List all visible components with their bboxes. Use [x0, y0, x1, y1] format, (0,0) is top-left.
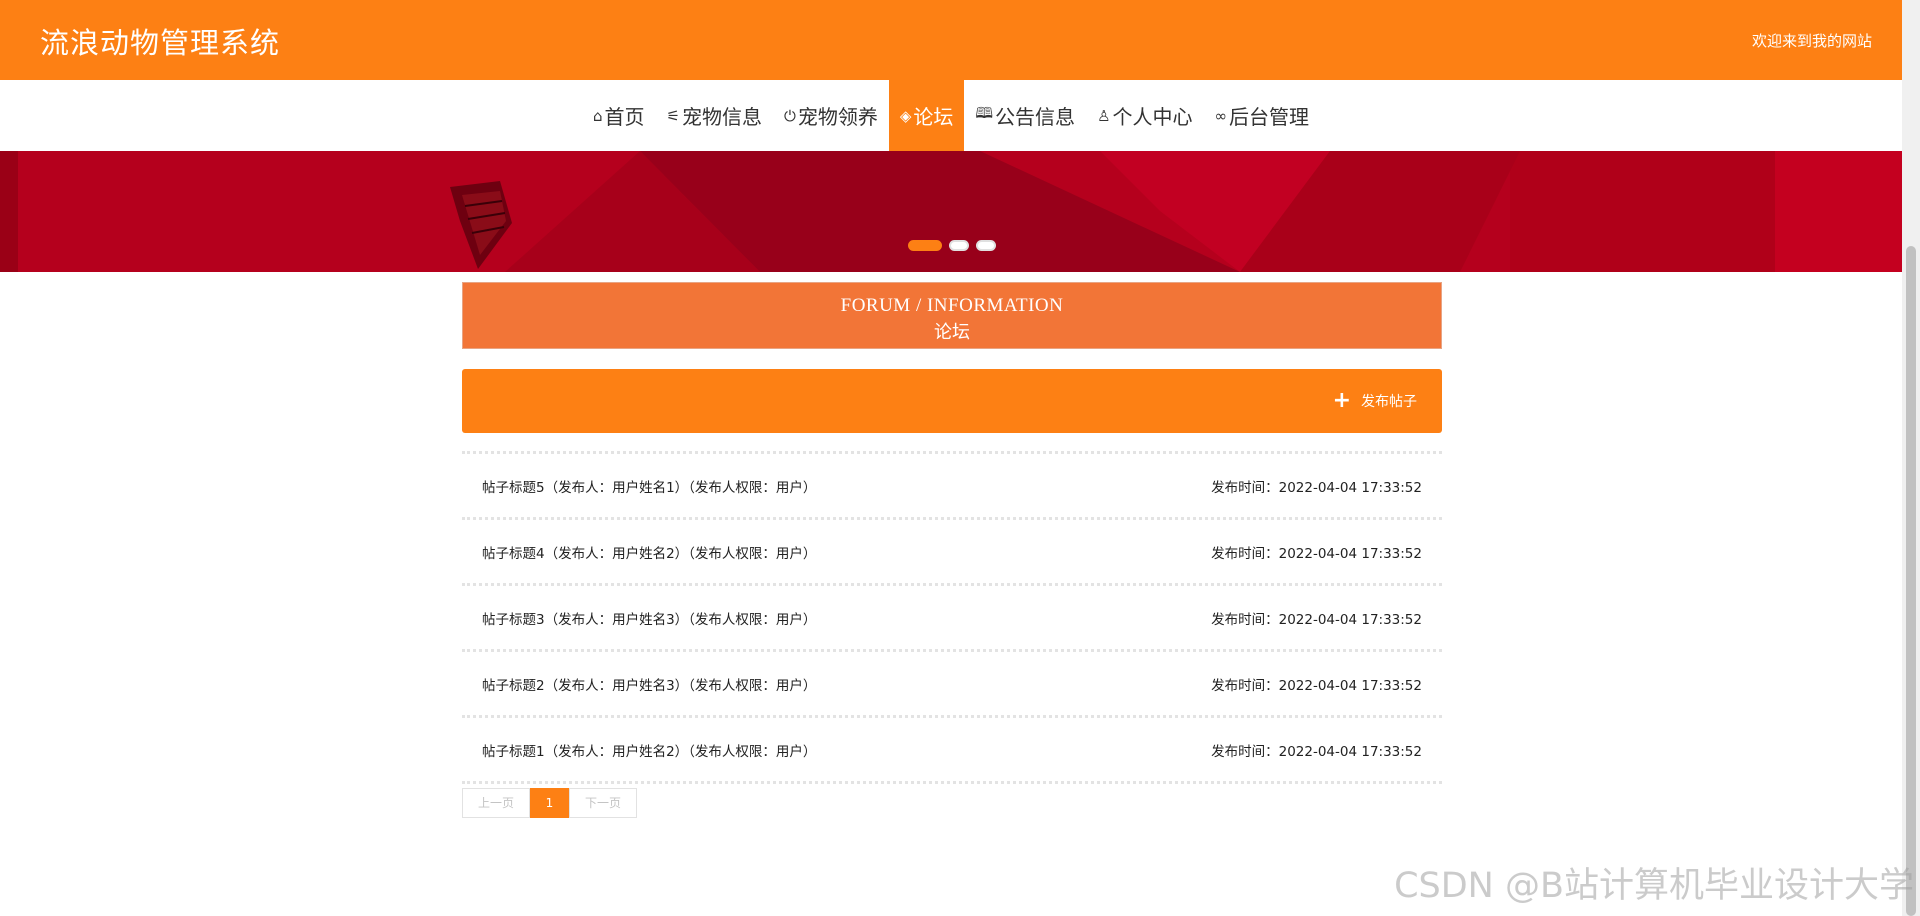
link-icon: ∞	[1214, 106, 1228, 125]
nav-item-personal-center[interactable]: ♙ 个人中心	[1086, 80, 1203, 151]
post-title[interactable]: 帖子标题1（发布人：用户姓名2）（发布人权限：用户）	[482, 740, 816, 760]
nav-item-label: 公告信息	[995, 105, 1076, 129]
nav-item-label: 首页	[604, 105, 645, 129]
main-nav: ⌂ 首页 ⚟ 宠物信息 ⏻ 宠物领养 ◈ 论坛 🕮 公告信息 ♙ 个人中心 ∞ …	[0, 80, 1902, 151]
book-icon: 🕮	[975, 104, 994, 122]
forum-action-bar: + 发布帖子	[462, 369, 1442, 433]
user-icon: ♙	[1097, 106, 1111, 125]
post-list: 帖子标题5（发布人：用户姓名1）（发布人权限：用户） 发布时间：2022-04-…	[462, 451, 1442, 784]
post-row[interactable]: 帖子标题1（发布人：用户姓名2）（发布人权限：用户） 发布时间：2022-04-…	[462, 715, 1442, 781]
post-time: 发布时间：2022-04-04 17:33:52	[1211, 611, 1422, 628]
scrollbar-thumb[interactable]	[1906, 246, 1916, 916]
post-row[interactable]: 帖子标题2（发布人：用户姓名3）（发布人权限：用户） 发布时间：2022-04-…	[462, 649, 1442, 715]
welcome-text: 欢迎来到我的网站	[1751, 32, 1872, 50]
nav-item-label: 后台管理	[1229, 105, 1310, 129]
plus-icon: +	[1332, 388, 1351, 413]
post-row[interactable]: 帖子标题4（发布人：用户姓名2）（发布人权限：用户） 发布时间：2022-04-…	[462, 517, 1442, 583]
carousel-dot[interactable]	[976, 240, 996, 251]
vertical-scrollbar[interactable]	[1902, 0, 1920, 916]
publish-post-button[interactable]: + 发布帖子	[1332, 388, 1417, 413]
list-divider	[462, 781, 1442, 784]
next-page-button[interactable]: 下一页	[569, 788, 637, 818]
post-time: 发布时间：2022-04-04 17:33:52	[1211, 677, 1422, 694]
post-title[interactable]: 帖子标题2（发布人：用户姓名3）（发布人权限：用户）	[482, 674, 816, 694]
post-title[interactable]: 帖子标题3（发布人：用户姓名3）（发布人权限：用户）	[482, 608, 816, 628]
section-title-en: FORUM / INFORMATION	[840, 295, 1064, 316]
publish-post-label: 发布帖子	[1361, 394, 1417, 410]
prev-page-button[interactable]: 上一页	[462, 788, 530, 818]
carousel-dot[interactable]	[908, 240, 942, 251]
watermark-text: CSDN @B站计算机毕业设计大学	[1394, 866, 1914, 906]
sliders-icon: ⚟	[666, 106, 680, 125]
post-time: 发布时间：2022-04-04 17:33:52	[1211, 479, 1422, 496]
nav-item-label: 宠物信息	[681, 105, 762, 129]
nav-item-admin[interactable]: ∞ 后台管理	[1204, 80, 1321, 151]
pagination: 上一页 1 下一页	[462, 788, 637, 818]
section-title-cn: 论坛	[934, 322, 970, 343]
nav-item-forum[interactable]: ◈ 论坛	[888, 80, 965, 151]
home-icon: ⌂	[592, 106, 603, 125]
banner-image	[0, 151, 1902, 272]
nav-item-label: 宠物领养	[797, 105, 878, 129]
carousel-indicators	[908, 240, 996, 251]
nav-item-pet-adoption[interactable]: ⏻ 宠物领养	[773, 80, 889, 151]
banner-carousel[interactable]	[0, 151, 1902, 272]
nav-item-label: 个人中心	[1112, 105, 1193, 129]
post-title[interactable]: 帖子标题4（发布人：用户姓名2）（发布人权限：用户）	[482, 542, 816, 562]
post-time: 发布时间：2022-04-04 17:33:52	[1211, 545, 1422, 562]
post-row[interactable]: 帖子标题3（发布人：用户姓名3）（发布人权限：用户） 发布时间：2022-04-…	[462, 583, 1442, 649]
nav-item-pet-info[interactable]: ⚟ 宠物信息	[656, 80, 773, 151]
post-time: 发布时间：2022-04-04 17:33:52	[1211, 743, 1422, 760]
post-title[interactable]: 帖子标题5（发布人：用户姓名1）（发布人权限：用户）	[482, 476, 816, 496]
graduation-cap-icon: ◈	[899, 106, 912, 125]
nav-item-label: 论坛	[913, 105, 954, 129]
top-header: 流浪动物管理系统 欢迎来到我的网站	[0, 0, 1902, 80]
post-row[interactable]: 帖子标题5（发布人：用户姓名1）（发布人权限：用户） 发布时间：2022-04-…	[462, 451, 1442, 517]
section-title-box: FORUM / INFORMATION 论坛	[462, 282, 1442, 349]
current-page-button[interactable]: 1	[530, 788, 569, 818]
carousel-dot[interactable]	[949, 240, 969, 251]
site-title[interactable]: 流浪动物管理系统	[40, 20, 280, 62]
nav-item-home[interactable]: ⌂ 首页	[582, 80, 656, 151]
nav-item-announcements[interactable]: 🕮 公告信息	[964, 80, 1086, 151]
power-icon: ⏻	[783, 106, 796, 125]
